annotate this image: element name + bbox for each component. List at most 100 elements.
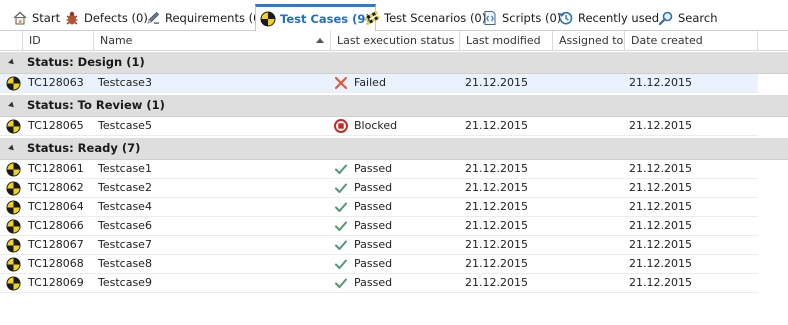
cell-id: TC128063	[28, 76, 84, 89]
tab-test-scenarios[interactable]: Test Scenarios (0)	[360, 5, 490, 31]
tab-recently-used[interactable]: Recently used	[554, 5, 663, 31]
tab-scripts[interactable]: Scripts (0)	[478, 5, 565, 31]
cell-name: Testcase6	[98, 219, 152, 232]
column-header-last-modified[interactable]: Last modified	[460, 31, 553, 51]
cell-assigned-to	[553, 117, 557, 136]
column-header-last-execution-status[interactable]: Last execution status	[331, 31, 460, 51]
group-label: Status: To Review (1)	[27, 98, 165, 112]
cell-name: Testcase4	[98, 200, 152, 213]
cell-date-created: 21.12.2015	[629, 119, 692, 132]
tab-test-cases[interactable]: Test Cases (9)	[255, 4, 376, 32]
column-header-date-created[interactable]: Date created	[625, 31, 758, 51]
group-row-ready[interactable]: Status: Ready (7)	[0, 138, 788, 160]
testcase-icon	[6, 162, 21, 177]
cell-assigned-to	[553, 255, 557, 274]
tab-requirements[interactable]: Requirements (0)	[141, 5, 269, 31]
history-icon	[558, 11, 573, 25]
blocked-icon	[334, 119, 348, 133]
table-row[interactable]: TC128062 Testcase2 Passed 21.12.2015 21.12.2…	[0, 179, 758, 198]
passed-icon	[335, 240, 347, 250]
failed-icon	[334, 76, 348, 90]
tab-label: Test Scenarios (0)	[384, 11, 487, 25]
status-text: Blocked	[354, 119, 398, 132]
testcase-icon	[6, 181, 21, 196]
cell-name: Testcase8	[98, 257, 152, 270]
passed-icon	[335, 164, 347, 174]
testcase-icon	[6, 200, 21, 215]
cell-date-created: 21.12.2015	[629, 257, 692, 270]
cell-name: Testcase3	[98, 76, 152, 89]
group-row-design[interactable]: Status: Design (1)	[0, 52, 788, 74]
passed-icon	[335, 221, 347, 231]
table-row[interactable]: TC128066 Testcase6 Passed 21.12.2015 21.12.2…	[0, 217, 758, 236]
status-text: Failed	[354, 76, 386, 89]
grid-header: ID Name Last execution status Last modif…	[0, 31, 788, 51]
column-header-assigned-to[interactable]: Assigned to	[553, 31, 625, 51]
cell-status: Passed	[334, 179, 392, 198]
status-text: Passed	[354, 276, 393, 289]
cell-last-modified: 21.12.2015	[465, 162, 528, 175]
cell-status: Passed	[334, 236, 392, 255]
sort-ascending-icon	[316, 38, 324, 43]
cell-id: TC128062	[28, 181, 84, 194]
cell-date-created: 21.12.2015	[629, 219, 692, 232]
testcase-icon	[260, 11, 276, 27]
group-expander	[0, 138, 23, 160]
table-row[interactable]: TC128065 Testcase5 Blocked 21.12.2015 21…	[0, 117, 758, 136]
cell-id: TC128065	[28, 119, 84, 132]
status-text: Passed	[354, 219, 393, 232]
cell-last-modified: 21.12.2015	[465, 119, 528, 132]
collapse-icon	[8, 144, 16, 153]
search-icon	[658, 11, 673, 26]
cell-date-created: 21.12.2015	[629, 200, 692, 213]
tab-defects[interactable]: Defects (0)	[60, 5, 152, 31]
tab-label: Scripts (0)	[502, 11, 562, 25]
table-row[interactable]: TC128063 Testcase3 Failed 21.12.2015 21.…	[0, 74, 758, 93]
status-text: Passed	[354, 200, 393, 213]
cell-name: Testcase9	[98, 276, 152, 289]
group-expander	[0, 95, 23, 117]
cell-last-modified: 21.12.2015	[465, 257, 528, 270]
table-row[interactable]: TC128064 Testcase4 Passed 21.12.2015 21.12.2…	[0, 198, 758, 217]
testcase-icon	[6, 238, 21, 253]
scenario-icon	[364, 11, 380, 25]
table-row[interactable]: TC128067 Testcase7 Passed 21.12.2015 21.12.2…	[0, 236, 758, 255]
tab-label: Search	[678, 11, 718, 25]
column-header-group[interactable]	[0, 31, 23, 51]
cell-last-modified: 21.12.2015	[465, 76, 528, 89]
collapse-icon	[8, 101, 16, 110]
cell-last-modified: 21.12.2015	[465, 200, 528, 213]
cell-date-created: 21.12.2015	[629, 162, 692, 175]
passed-icon	[335, 202, 347, 212]
cell-assigned-to	[553, 179, 557, 198]
group-label: Status: Design (1)	[27, 55, 145, 69]
cell-date-created: 21.12.2015	[629, 276, 692, 289]
tab-label: Defects (0)	[84, 11, 148, 25]
column-header-name[interactable]: Name	[94, 31, 331, 51]
tab-search[interactable]: Search	[654, 5, 722, 31]
tab-label: Test Cases (9)	[280, 12, 371, 26]
column-header-id[interactable]: ID	[23, 31, 94, 51]
cell-status: Passed	[334, 198, 392, 217]
group-row-to-review[interactable]: Status: To Review (1)	[0, 95, 788, 117]
group-expander	[0, 52, 23, 74]
table-row[interactable]: TC128068 Testcase8 Passed 21.12.2015 21.12.2…	[0, 255, 758, 274]
testcase-icon	[6, 76, 21, 91]
cell-name: Testcase1	[98, 162, 152, 175]
script-icon	[484, 11, 496, 25]
tab-label: Requirements (0)	[165, 11, 265, 25]
tab-start[interactable]: Start	[8, 5, 64, 31]
table-row[interactable]: TC128061 Testcase1 Passed 21.12.2015 21.12.2…	[0, 160, 758, 179]
testcase-icon	[6, 257, 21, 272]
cell-status: Passed	[334, 274, 392, 293]
tab-label: Start	[32, 11, 61, 25]
status-text: Passed	[354, 257, 393, 270]
table-row[interactable]: TC128069 Testcase9 Passed 21.12.2015 21.12.2…	[0, 274, 758, 293]
cell-name: Testcase7	[98, 238, 152, 251]
cell-date-created: 21.12.2015	[629, 76, 692, 89]
group-label: Status: Ready (7)	[27, 141, 141, 155]
cell-id: TC128067	[28, 238, 84, 251]
cell-last-modified: 21.12.2015	[465, 181, 528, 194]
cell-id: TC128068	[28, 257, 84, 270]
cell-assigned-to	[553, 217, 557, 236]
